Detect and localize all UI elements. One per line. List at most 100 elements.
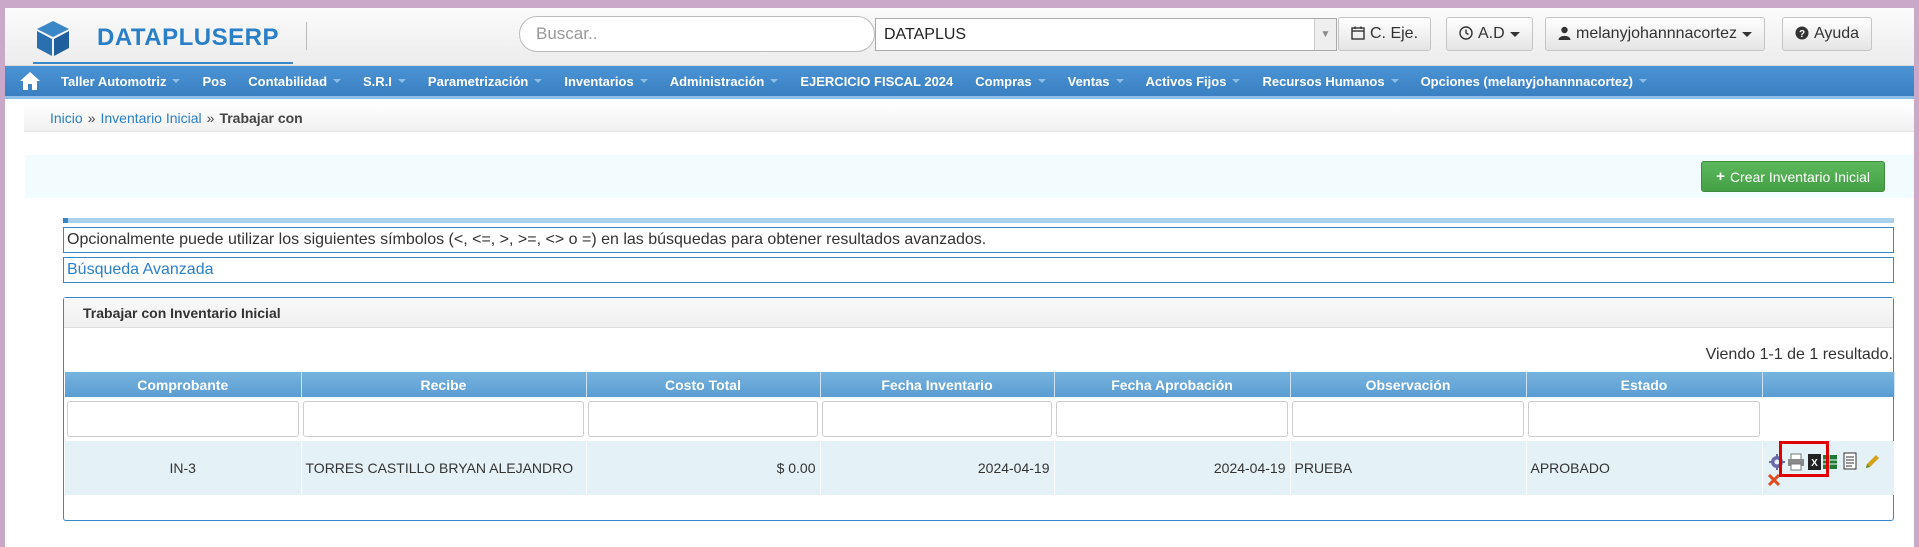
column-header-estado[interactable]: Estado	[1526, 372, 1763, 397]
help-button[interactable]: ? Ayuda	[1782, 17, 1873, 51]
caret-down-icon	[639, 79, 648, 83]
action-strip: + Crear Inventario Inicial	[25, 155, 1915, 198]
breadcrumb-home-link[interactable]: Inicio	[50, 110, 83, 126]
nav-item-label: Opciones (melanyjohannnacortez)	[1420, 73, 1633, 89]
nav-item-opciones-melanyjohannnacortez[interactable]: Opciones (melanyjohannnacortez)	[1410, 74, 1658, 89]
caret-down-icon	[1390, 79, 1399, 83]
nav-item-ejercicio-fiscal-2024[interactable]: EJERCICIO FISCAL 2024	[789, 74, 964, 89]
nav-item-administraci-n[interactable]: Administración	[659, 74, 790, 89]
column-header-fecha-inventario[interactable]: Fecha Inventario	[820, 372, 1055, 397]
nav-item-ventas[interactable]: Ventas	[1057, 74, 1135, 89]
table-row: IN-3 TORRES CASTILLO BRYAN ALEJANDRO $ 0…	[65, 441, 1895, 495]
nav-item-recursos-humanos[interactable]: Recursos Humanos	[1251, 74, 1409, 89]
column-header-actions	[1762, 372, 1895, 397]
panel-title: Trabajar con Inventario Inicial	[64, 298, 1893, 328]
nav-item-pos[interactable]: Pos	[191, 74, 237, 89]
section-divider	[63, 218, 1894, 223]
brand-name: DATAPLUSERP	[97, 24, 279, 51]
filter-fecha-aprobacion-input[interactable]	[1056, 401, 1288, 437]
main-nav: Taller Automotriz Pos Contabilidad S.R.I Par…	[5, 66, 1914, 99]
nav-item-label: Administración	[669, 73, 765, 89]
caret-down-icon	[172, 79, 181, 83]
nav-item-label: Taller Automotriz	[61, 73, 167, 89]
question-circle-icon: ?	[1795, 26, 1809, 43]
cell-recibe: TORRES CASTILLO BRYAN ALEJANDRO	[301, 441, 587, 495]
help-label: Ayuda	[1814, 25, 1860, 42]
nav-item-label: Pos	[202, 73, 227, 89]
cell-comprobante: IN-3	[65, 441, 302, 495]
inventory-panel: Trabajar con Inventario Inicial Viendo 1…	[63, 297, 1895, 521]
brand[interactable]: DATAPLUSERP	[33, 14, 293, 64]
caret-down-icon	[1638, 79, 1647, 83]
filter-observacion-input[interactable]	[1292, 401, 1524, 437]
filter-costo-total-input[interactable]	[588, 401, 818, 437]
cube-logo-icon	[37, 21, 69, 56]
chevron-down-icon[interactable]: ▼	[1314, 19, 1336, 50]
nav-item-compras[interactable]: Compras	[964, 74, 1056, 89]
filter-row	[65, 397, 1894, 441]
nav-item-inventarios[interactable]: Inventarios	[553, 74, 658, 89]
nav-item-taller-automotriz[interactable]: Taller Automotriz	[50, 74, 191, 89]
caret-down-icon	[1232, 79, 1241, 83]
column-header-fecha-aprobacion[interactable]: Fecha Aprobación	[1054, 372, 1291, 397]
nav-item-label: S.R.I	[363, 73, 392, 89]
nav-item-s-r-i[interactable]: S.R.I	[352, 74, 417, 89]
nav-item-label: Contabilidad	[248, 73, 328, 89]
nav-item-label: Parametrización	[427, 73, 529, 89]
cell-fecha-inventario: 2024-04-19	[820, 441, 1055, 495]
caret-down-icon	[1037, 79, 1046, 83]
nav-item-activos-fijos[interactable]: Activos Fijos	[1135, 74, 1252, 89]
nav-item-label: Activos Fijos	[1145, 73, 1227, 89]
clock-icon	[1459, 25, 1473, 43]
breadcrumb-section-link[interactable]: Inventario Inicial	[100, 110, 201, 126]
cell-costo-total: $ 0.00	[586, 441, 821, 495]
nav-item-label: Ventas	[1067, 73, 1110, 89]
column-header-recibe[interactable]: Recibe	[301, 372, 587, 397]
breadcrumb: Inicio » Inventario Inicial » Trabajar c…	[24, 104, 1915, 132]
c-eje-label: C. Eje.	[1370, 25, 1419, 42]
nav-item-label: Recursos Humanos	[1262, 73, 1385, 89]
cell-fecha-aprobacion: 2024-04-19	[1054, 441, 1291, 495]
company-select-value: DATAPLUS	[884, 25, 967, 43]
caret-down-icon	[1115, 79, 1124, 83]
home-icon[interactable]	[10, 66, 50, 96]
caret-down-icon	[1742, 31, 1752, 37]
ad-label: A.D	[1478, 25, 1505, 42]
search-input[interactable]	[519, 16, 875, 52]
nav-item-label: Inventarios	[564, 73, 634, 89]
column-header-comprobante[interactable]: Comprobante	[65, 372, 302, 397]
nav-item-label: Compras	[975, 73, 1032, 89]
svg-text:?: ?	[1799, 29, 1805, 40]
filter-fecha-inventario-input[interactable]	[822, 401, 1052, 437]
nav-item-label: EJERCICIO FISCAL 2024	[800, 73, 954, 89]
column-header-costo-total[interactable]: Costo Total	[586, 372, 821, 397]
create-inventory-label: Crear Inventario Inicial	[1729, 168, 1870, 185]
caret-down-icon	[534, 79, 543, 83]
column-header-observacion[interactable]: Observación	[1290, 372, 1527, 397]
nav-item-parametrizaci-n[interactable]: Parametrización	[417, 74, 553, 89]
results-summary: Viendo 1-1 de 1 resultado.	[1705, 346, 1893, 363]
create-inventory-button[interactable]: + Crear Inventario Inicial	[1701, 161, 1885, 192]
filter-recibe-input[interactable]	[303, 401, 584, 437]
row-actions: X	[1762, 441, 1895, 495]
user-name: melanyjohannnacortez	[1576, 25, 1737, 42]
ad-dropdown-button[interactable]: A.D	[1446, 17, 1533, 51]
breadcrumb-separator: »	[87, 109, 96, 126]
document-icon[interactable]	[1841, 452, 1859, 470]
c-eje-button[interactable]: C. Eje.	[1338, 17, 1432, 51]
filter-comprobante-input[interactable]	[67, 401, 299, 437]
edit-pencil-icon[interactable]	[1863, 453, 1881, 471]
advanced-search-link[interactable]: Búsqueda Avanzada	[63, 257, 1894, 283]
cell-observacion: PRUEBA	[1290, 441, 1527, 495]
caret-down-icon	[333, 79, 342, 83]
caret-down-icon	[1509, 31, 1520, 37]
highlight-box	[1778, 441, 1829, 477]
search-help-text: Opcionalmente puede utilizar los siguien…	[63, 227, 1894, 253]
nav-item-contabilidad[interactable]: Contabilidad	[237, 74, 352, 89]
cell-estado: APROBADO	[1526, 441, 1763, 495]
user-menu-button[interactable]: melanyjohannnacortez	[1545, 17, 1765, 51]
company-select[interactable]: DATAPLUS ▼	[875, 18, 1337, 51]
filter-estado-input[interactable]	[1528, 401, 1760, 437]
user-icon	[1558, 26, 1571, 43]
calendar-icon	[1351, 26, 1365, 43]
